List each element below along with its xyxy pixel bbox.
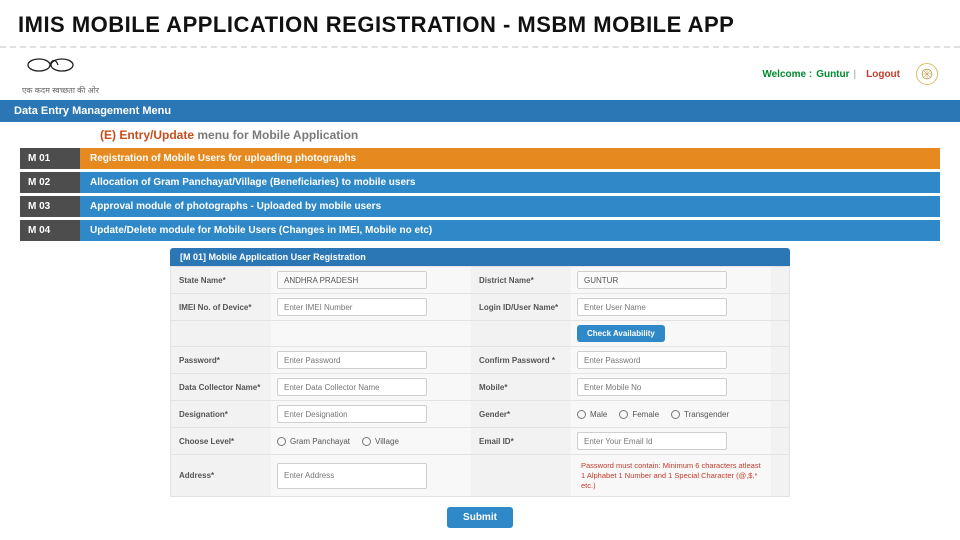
label-designation: Designation* [171,401,271,427]
menu-label: Registration of Mobile Users for uploadi… [80,148,940,169]
submit-button[interactable]: Submit [447,507,513,528]
label-address: Address* [171,455,271,496]
menu-code: M 01 [20,148,80,169]
welcome-user: Guntur [816,69,849,80]
label-login: Login ID/User Name* [471,294,571,320]
page-title: IMIS MOBILE APPLICATION REGISTRATION - M… [0,0,960,48]
radio-female[interactable]: Female [619,410,659,419]
label-password: Password* [171,347,271,373]
label-level: Choose Level* [171,428,271,454]
brand-logo [22,52,82,78]
menu-row-m01[interactable]: M 01 Registration of Mobile Users for up… [20,148,940,169]
password-hint: Password must contain: Minimum 6 charact… [577,459,765,492]
menu-code: M 04 [20,220,80,241]
radio-transgender[interactable]: Transgender [671,410,729,419]
menu-row-m02[interactable]: M 02 Allocation of Gram Panchayat/Villag… [20,172,940,193]
label-gender: Gender* [471,401,571,427]
menu-row-m03[interactable]: M 03 Approval module of photographs - Up… [20,196,940,217]
gender-options: Male Female Transgender [571,401,771,427]
label-confirm: Confirm Password * [471,347,571,373]
password-input[interactable]: Enter Password [277,351,427,369]
confirm-password-input[interactable]: Enter Password [577,351,727,369]
brand-tagline: एक कदम स्वच्छता की ओर [22,85,99,96]
label-mobile: Mobile* [471,374,571,400]
state-field[interactable]: ANDHRA PRADESH [277,271,427,289]
section-heading: (E) Entry/Update menu for Mobile Applica… [0,122,960,148]
brand-block: एक कदम स्वच्छता की ओर [22,52,99,96]
section-heading-pre: (E) Entry/Update [100,128,197,142]
topbar-right: Welcome : Guntur | Logout [762,63,938,85]
logout-link[interactable]: Logout [866,69,900,80]
radio-male[interactable]: Male [577,410,607,419]
menu-label: Allocation of Gram Panchayat/Village (Be… [80,172,940,193]
form-title: [M 01] Mobile Application User Registrat… [170,248,790,266]
menu-code: M 03 [20,196,80,217]
menu-code: M 02 [20,172,80,193]
mobile-input[interactable]: Enter Mobile No [577,378,727,396]
radio-village[interactable]: Village [362,437,399,446]
menu-list: M 01 Registration of Mobile Users for up… [0,148,960,248]
collector-input[interactable]: Enter Data Collector Name [277,378,427,396]
welcome-label: Welcome : [762,69,812,80]
designation-input[interactable]: Enter Designation [277,405,427,423]
label-state: State Name* [171,267,271,293]
district-field[interactable]: GUNTUR [577,271,727,289]
separator: | [854,69,857,80]
label-collector: Data Collector Name* [171,374,271,400]
form-body: State Name* ANDHRA PRADESH District Name… [170,266,790,497]
menu-label: Approval module of photographs - Uploade… [80,196,940,217]
radio-gp[interactable]: Gram Panchayat [277,437,350,446]
data-entry-menu-bar: Data Entry Management Menu [0,100,960,122]
imei-input[interactable]: Enter IMEI Number [277,298,427,316]
email-input[interactable]: Enter Your Email Id [577,432,727,450]
label-district: District Name* [471,267,571,293]
menu-row-m04[interactable]: M 04 Update/Delete module for Mobile Use… [20,220,940,241]
government-emblem-icon [916,63,938,85]
address-input[interactable]: Enter Address [277,463,427,489]
top-bar: एक कदम स्वच्छता की ओर Welcome : Guntur |… [0,48,960,100]
label-email: Email ID* [471,428,571,454]
menu-label: Update/Delete module for Mobile Users (C… [80,220,940,241]
level-options: Gram Panchayat Village [271,428,471,454]
label-imei: IMEI No. of Device* [171,294,271,320]
check-availability-button[interactable]: Check Availability [577,325,665,342]
registration-form: [M 01] Mobile Application User Registrat… [0,248,960,534]
login-input[interactable]: Enter User Name [577,298,727,316]
section-heading-mid: menu for Mobile Application [197,128,358,142]
